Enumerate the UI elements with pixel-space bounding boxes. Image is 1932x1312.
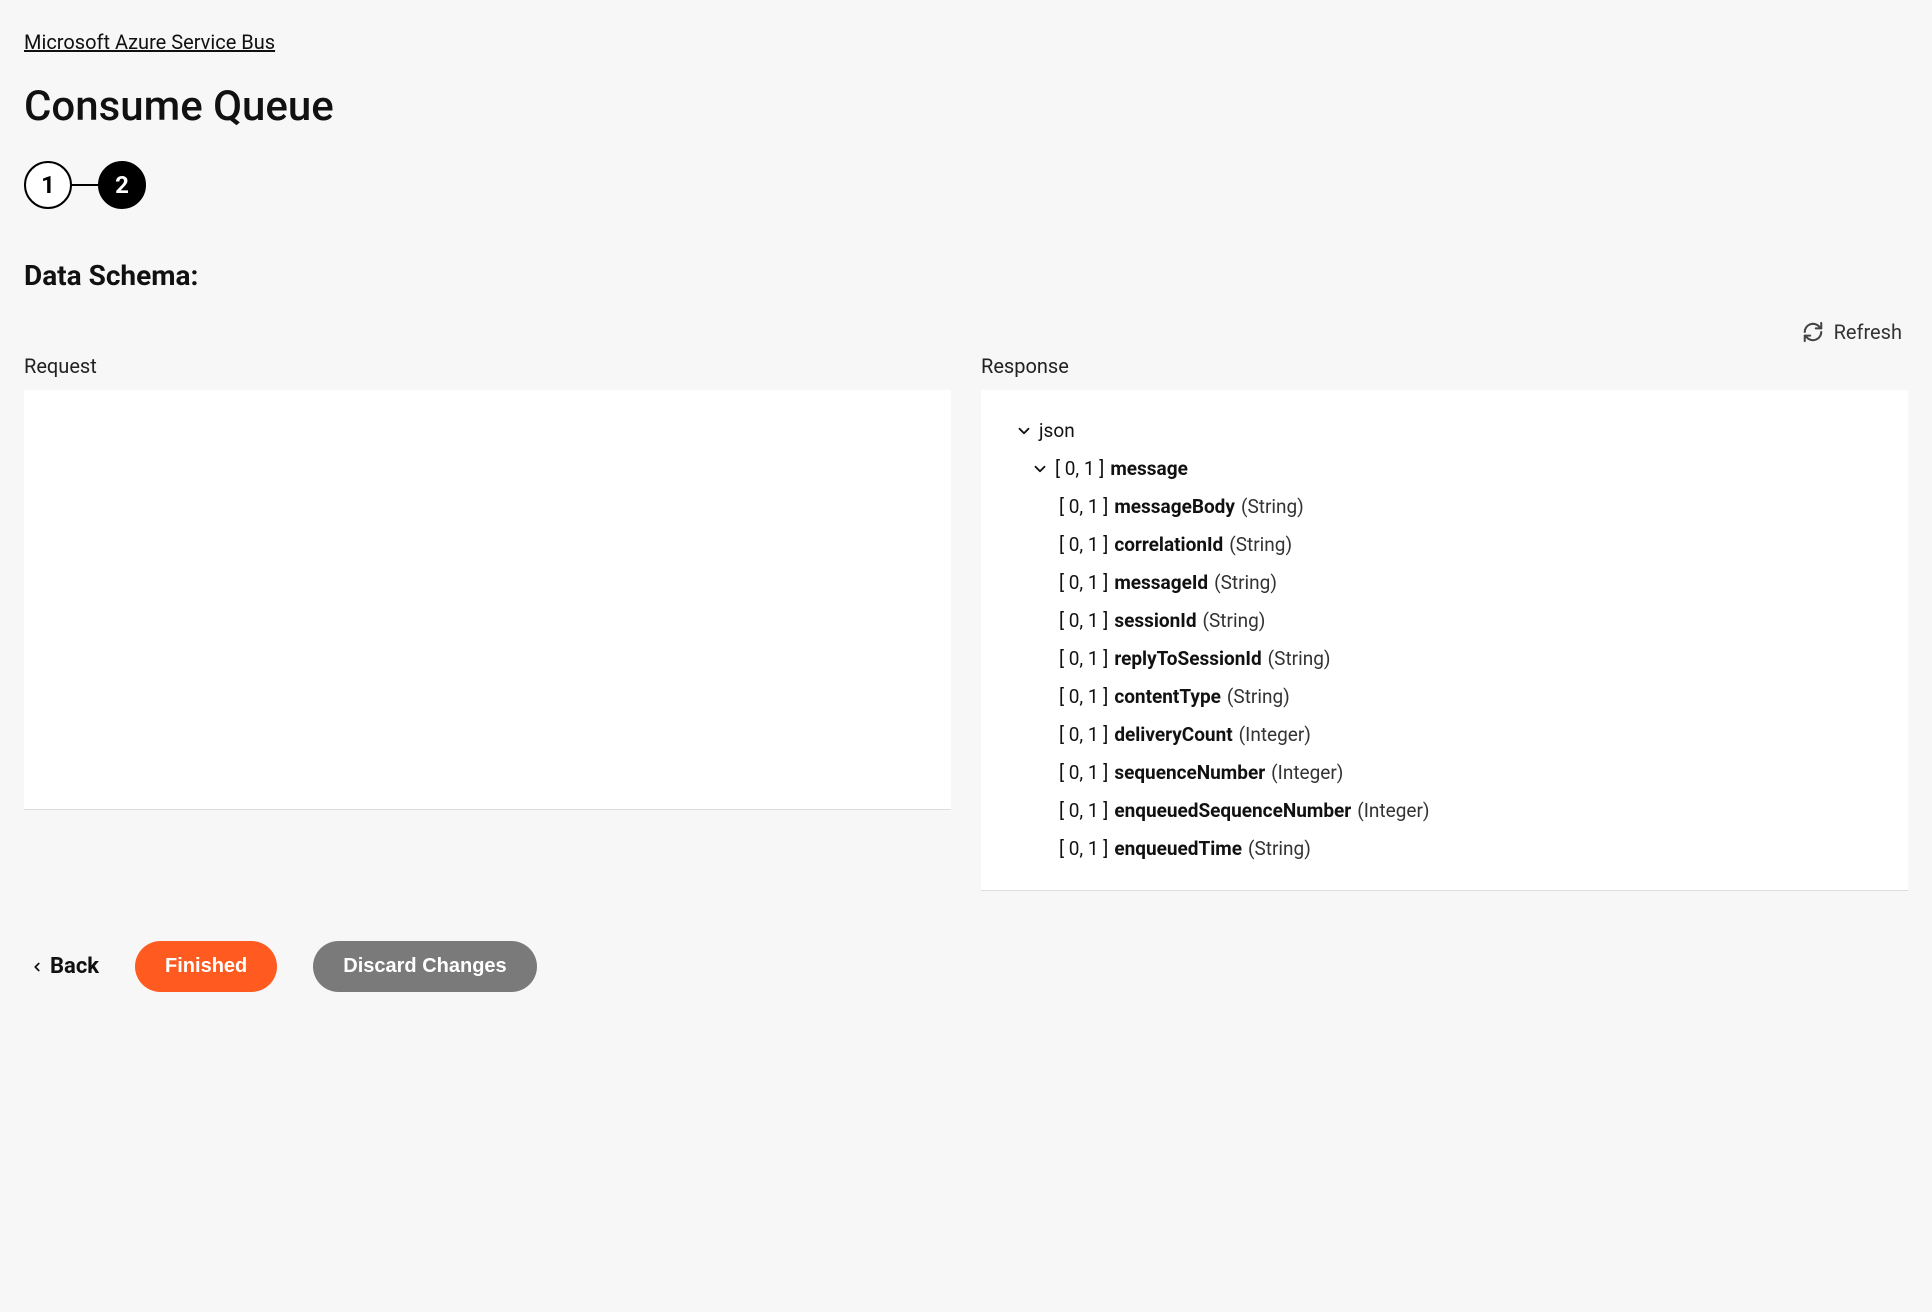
tree-card-prefix: [ 0, 1 ]: [1059, 488, 1108, 526]
tree-field-row[interactable]: [ 0, 1 ] contentType (String): [999, 678, 1890, 716]
chevron-left-icon: [30, 960, 44, 974]
tree-field-name: correlationId: [1114, 526, 1223, 564]
tree-field-name: replyToSessionId: [1114, 640, 1261, 678]
tree-field-name: messageBody: [1114, 488, 1235, 526]
step-connector: [72, 184, 98, 186]
page-title: Consume Queue: [24, 82, 1908, 131]
tree-field-row[interactable]: [ 0, 1 ] deliveryCount (Integer): [999, 716, 1890, 754]
tree-field-row[interactable]: [ 0, 1 ] messageBody (String): [999, 488, 1890, 526]
tree-field-name: deliveryCount: [1114, 716, 1232, 754]
tree-field-type: (Integer): [1357, 792, 1429, 830]
back-button[interactable]: Back: [30, 954, 99, 979]
tree-card-prefix: [ 0, 1 ]: [1059, 754, 1108, 792]
tree-card-prefix: [ 0, 1 ]: [1059, 830, 1108, 868]
tree-field-type: (String): [1214, 564, 1277, 602]
tree-field-row[interactable]: [ 0, 1 ] enqueuedTime (String): [999, 830, 1890, 868]
response-label: Response: [981, 354, 1908, 378]
tree-field-type: (Integer): [1239, 716, 1311, 754]
tree-card-prefix: [ 0, 1 ]: [1059, 640, 1108, 678]
tree-field-row[interactable]: [ 0, 1 ] enqueuedSequenceNumber (Integer…: [999, 792, 1890, 830]
finished-button[interactable]: Finished: [135, 941, 277, 992]
refresh-button[interactable]: Refresh: [1802, 320, 1902, 344]
tree-card-prefix: [ 0, 1 ]: [1059, 792, 1108, 830]
tree-card-prefix: [ 0, 1 ]: [1059, 716, 1108, 754]
breadcrumb-link[interactable]: Microsoft Azure Service Bus: [24, 30, 275, 54]
tree-field-row[interactable]: [ 0, 1 ] correlationId (String): [999, 526, 1890, 564]
chevron-down-icon: [1031, 460, 1049, 478]
tree-node-root[interactable]: json: [999, 412, 1890, 450]
chevron-down-icon: [1015, 422, 1033, 440]
request-panel: [24, 390, 951, 810]
stepper: 1 2: [24, 161, 1908, 209]
tree-field-type: (String): [1248, 830, 1311, 868]
refresh-icon: [1802, 321, 1824, 343]
tree-field-name: enqueuedSequenceNumber: [1114, 792, 1351, 830]
tree-field-type: (String): [1229, 526, 1292, 564]
request-label: Request: [24, 354, 951, 378]
section-title: Data Schema:: [24, 259, 1908, 292]
step-1[interactable]: 1: [24, 161, 72, 209]
tree-field-row[interactable]: [ 0, 1 ] sequenceNumber (Integer): [999, 754, 1890, 792]
tree-card-prefix: [ 0, 1 ]: [1059, 526, 1108, 564]
tree-field-name: sessionId: [1114, 602, 1196, 640]
step-2[interactable]: 2: [98, 161, 146, 209]
tree-card-prefix: [ 0, 1 ]: [1059, 564, 1108, 602]
tree-field-type: (String): [1203, 602, 1266, 640]
response-panel: json [ 0, 1 ] message [ 0, 1 ] messageBo…: [981, 390, 1908, 891]
tree-root-label: json: [1039, 412, 1075, 450]
tree-field-type: (String): [1241, 488, 1304, 526]
tree-card-prefix: [ 0, 1 ]: [1055, 450, 1104, 488]
discard-button[interactable]: Discard Changes: [313, 941, 536, 992]
tree-field-row[interactable]: [ 0, 1 ] replyToSessionId (String): [999, 640, 1890, 678]
tree-card-prefix: [ 0, 1 ]: [1059, 602, 1108, 640]
tree-field-type: (String): [1268, 640, 1331, 678]
tree-field-name: sequenceNumber: [1114, 754, 1265, 792]
tree-field-name: enqueuedTime: [1114, 830, 1242, 868]
refresh-label: Refresh: [1834, 320, 1902, 344]
tree-field-row[interactable]: [ 0, 1 ] messageId (String): [999, 564, 1890, 602]
tree-field-type: (Integer): [1271, 754, 1343, 792]
tree-message-name: message: [1110, 450, 1188, 488]
tree-field-row[interactable]: [ 0, 1 ] sessionId (String): [999, 602, 1890, 640]
tree-field-type: (String): [1227, 678, 1290, 716]
tree-node-message[interactable]: [ 0, 1 ] message: [999, 450, 1890, 488]
tree-field-name: messageId: [1114, 564, 1208, 602]
tree-field-name: contentType: [1114, 678, 1221, 716]
back-label: Back: [50, 954, 99, 979]
tree-card-prefix: [ 0, 1 ]: [1059, 678, 1108, 716]
